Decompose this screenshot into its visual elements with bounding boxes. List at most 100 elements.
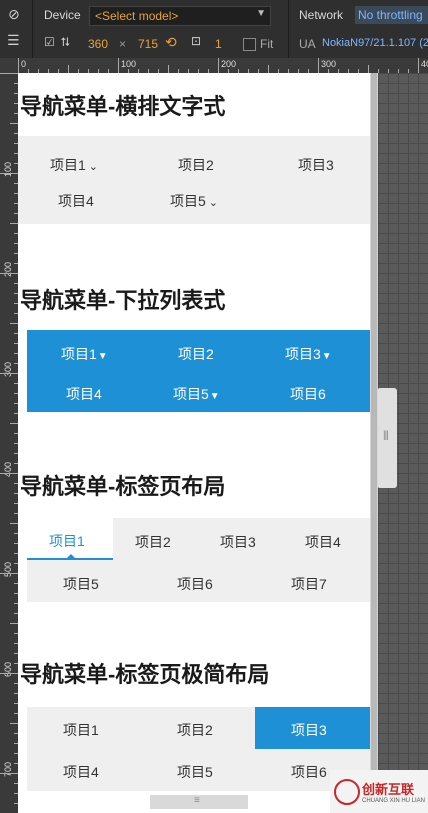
ruler-corner [0, 58, 18, 73]
model-select[interactable]: <Select model> ▼ [89, 6, 271, 26]
ruler-tick [68, 65, 69, 73]
zoom-icon: ⊡ [191, 34, 202, 48]
section-title-minimal-tabs: 导航菜单-标签页极简布局 [20, 662, 270, 687]
ruler-label: 300 [321, 59, 337, 69]
ruler-label: 100 [3, 161, 13, 177]
device-label: Device [44, 8, 81, 22]
resize-handle[interactable]: ||| [377, 388, 397, 488]
ruler-label: 400 [3, 461, 13, 477]
nav-item[interactable]: 项目1▼ [61, 344, 108, 364]
ruler-label: 100 [121, 59, 137, 69]
tab-item[interactable]: 项目6 [177, 574, 213, 594]
rotate-icon[interactable]: ⟲ [165, 34, 177, 51]
ruler-tick [0, 373, 18, 374]
tab-item[interactable]: 项目1 [63, 720, 99, 740]
nav-item[interactable]: 项目3▼ [285, 344, 332, 364]
section-title-tabs: 导航菜单-标签页布局 [20, 474, 226, 499]
fit-checkbox[interactable] [243, 38, 256, 51]
ruler-tick [0, 773, 18, 774]
network-throttle-value: No throttling [358, 8, 423, 22]
ruler-tick [0, 573, 18, 574]
watermark-subtext: CHUANG XIN HU LIAN [362, 798, 426, 804]
logo-icon [334, 779, 360, 805]
ruler-tick [268, 65, 269, 73]
tab-item[interactable]: 项目2 [177, 720, 213, 740]
vertical-scrollbar[interactable] [370, 73, 378, 813]
tab-item-active[interactable]: 项目3 [291, 720, 327, 740]
horizontal-text-nav: 项目1 ⌄ 项目2 项目3 项目4 项目5 ⌄ [18, 136, 370, 224]
network-label: Network [299, 8, 344, 22]
toolbar-divider [288, 0, 289, 58]
nav-item[interactable]: 项目4 [66, 384, 102, 404]
tab-item[interactable]: 项目2 [135, 532, 171, 552]
watermark-logo: 创新互联 CHUANG XIN HU LIAN [330, 770, 428, 813]
tab-item[interactable]: 项目5 [63, 574, 99, 594]
section-title-horizontal: 导航菜单-横排文字式 [20, 94, 226, 119]
horizontal-ruler: 0 100 200 300 400 [18, 58, 428, 74]
model-select-value: <Select model> [95, 9, 179, 23]
ruler-tick [0, 73, 18, 74]
horizontal-scroll-handle[interactable]: ≡ [150, 795, 248, 809]
toolbar-left-strip: ⊘ ☰ [0, 0, 33, 58]
network-throttle-select[interactable]: No throttling [355, 6, 428, 24]
active-tab-indicator [66, 554, 76, 559]
chevron-down-icon: ⌄ [208, 197, 219, 209]
chevron-down-icon: ⌄ [88, 161, 99, 173]
ruler-tick [10, 323, 18, 324]
user-agent-value[interactable]: NokiaN97/21.1.107 (2 [322, 37, 428, 49]
ruler-tick [10, 123, 18, 124]
width-input[interactable]: 360 [88, 37, 108, 51]
height-input[interactable]: 715 [138, 37, 158, 51]
ruler-label: 300 [3, 361, 13, 377]
section-title-dropdown: 导航菜单-下拉列表式 [20, 288, 226, 313]
watermark-text: 创新互联 [362, 782, 415, 797]
caret-down-icon: ▼ [321, 351, 332, 362]
tab-item[interactable]: 项目5 [177, 762, 213, 782]
ruler-tick [10, 623, 18, 624]
ruler-label: 200 [221, 59, 237, 69]
ruler-tick [18, 58, 19, 73]
nav-item[interactable]: 项目5▼ [173, 384, 220, 404]
menu-icon[interactable]: ☰ [7, 32, 20, 49]
ruler-tick [368, 65, 369, 73]
tab-item-active[interactable]: 项目1 [49, 531, 85, 551]
ruler-tick [218, 58, 219, 73]
tab-item[interactable]: 项目3 [220, 532, 256, 552]
tab-item[interactable]: 项目7 [291, 574, 327, 594]
ruler-tick [418, 58, 419, 73]
no-entry-icon[interactable]: ⊘ [8, 6, 20, 23]
swap-dimensions-icon[interactable]: ⮁ [60, 35, 70, 50]
nav-item[interactable]: 项目1 ⌄ [50, 155, 98, 175]
nav-item[interactable]: 项目5 ⌄ [170, 191, 218, 211]
ruler-label: 400 [421, 59, 428, 69]
minimal-tab-nav: 项目1 项目2 项目3 项目4 项目5 项目6 [27, 707, 370, 791]
nav-item[interactable]: 项目3 [298, 155, 334, 175]
devtools-toolbar: ⊘ ☰ Device <Select model> ▼ Network No t… [0, 0, 428, 59]
dropdown-arrow-icon: ▼ [256, 8, 266, 19]
nav-item[interactable]: 项目2 [178, 155, 214, 175]
ruler-label: 200 [3, 261, 13, 277]
nav-item[interactable]: 项目2 [178, 344, 214, 364]
ruler-label: 600 [3, 661, 13, 677]
grip-icon: ||| [383, 430, 389, 441]
ruler-tick [10, 223, 18, 224]
ruler-tick [10, 423, 18, 424]
dimension-separator: × [119, 37, 127, 51]
nav-item[interactable]: 项目6 [290, 384, 326, 404]
ruler-tick [318, 58, 319, 73]
ruler-label: 700 [3, 761, 13, 777]
ruler-tick [0, 173, 18, 174]
ua-label: UA [299, 37, 316, 51]
scrollbar-thumb[interactable] [371, 73, 377, 793]
grip-icon: ≡ [194, 795, 200, 806]
tab-nav: 项目1 项目2 项目3 项目4 项目5 项目6 项目7 [27, 518, 370, 602]
checkbox-checked-icon[interactable]: ☑ [44, 35, 55, 49]
vertical-ruler: 100 200 300 400 500 600 700 [0, 73, 19, 813]
tab-item[interactable]: 项目4 [305, 532, 341, 552]
nav-item[interactable]: 项目4 [58, 191, 94, 211]
tab-item[interactable]: 项目4 [63, 762, 99, 782]
zoom-value[interactable]: 1 [215, 37, 222, 51]
emulated-page: 导航菜单-横排文字式 项目1 ⌄ 项目2 项目3 项目4 项目5 ⌄ 导航菜单-下拉… [18, 73, 370, 813]
tab-item[interactable]: 项目6 [291, 762, 327, 782]
ruler-tick [0, 673, 18, 674]
